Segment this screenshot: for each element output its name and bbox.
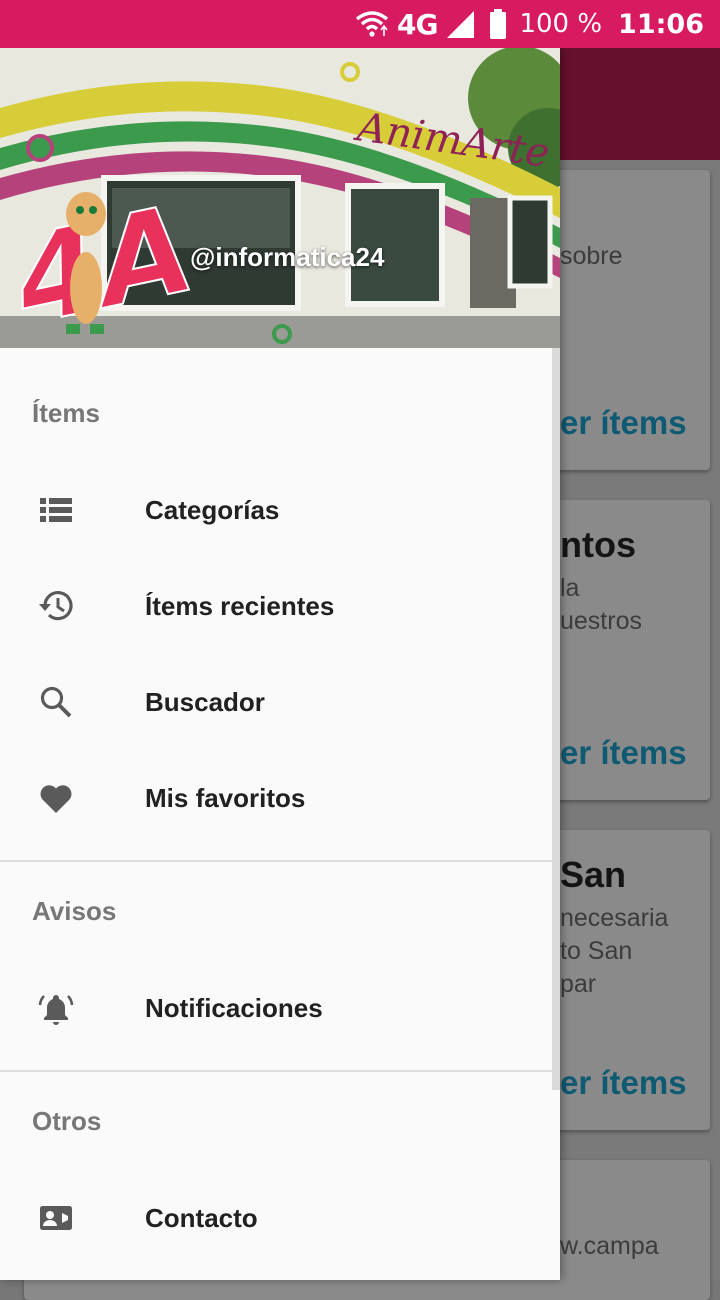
section-divider (0, 860, 560, 862)
drawer-header: AnimArte Land 4A @informatica (0, 48, 560, 348)
section-title-otros: Otros (32, 1106, 102, 1136)
network-type: 4G (396, 7, 438, 41)
card-text: to San (560, 937, 633, 965)
menu-item-label: Buscador (145, 686, 265, 717)
navigation-drawer[interactable]: AnimArte Land 4A @informatica (0, 48, 560, 1280)
clock: 11:06 (618, 8, 704, 40)
heart-icon (38, 780, 74, 816)
header-storefront-image: AnimArte Land 4A (0, 48, 560, 348)
menu-item-categorias[interactable]: Categorías (0, 462, 552, 558)
menu-item-label: Ítems recientes (145, 590, 335, 621)
section-divider (0, 1070, 560, 1072)
search-icon (38, 684, 74, 720)
card-text: necesaria (560, 904, 669, 932)
menu-item-buscador[interactable]: Buscador (0, 654, 552, 750)
bell-icon (38, 990, 74, 1026)
drawer-scrollbar[interactable] (552, 348, 560, 1090)
menu-item-notificaciones[interactable]: Notificaciones (0, 960, 552, 1056)
battery-percent: 100 % (519, 9, 603, 39)
card-action-link: er ítems (560, 1064, 687, 1101)
section-title-items: Ítems (32, 398, 100, 428)
card-title: San (560, 854, 627, 895)
status-bar: 4G 100 % 11:06 (0, 0, 720, 48)
menu-item-label: Contacto (145, 1202, 258, 1233)
menu-item-label: Categorías (145, 494, 280, 525)
history-icon (38, 588, 74, 624)
list-icon (38, 492, 74, 528)
menu-item-mis-favoritos[interactable]: Mis favoritos (0, 750, 552, 846)
card-text: par (560, 970, 597, 998)
menu-item-contacto[interactable]: Contacto (0, 1170, 552, 1266)
wifi-icon (355, 9, 389, 39)
menu-item-label: Notificaciones (145, 992, 323, 1023)
card-action-link: er ítems (560, 404, 687, 441)
section-title-avisos: Avisos (32, 896, 117, 926)
card-text: w.campa (560, 1232, 659, 1260)
battery-icon (489, 9, 507, 39)
card-text: uestros (560, 607, 642, 635)
card-title: ntos (560, 524, 636, 565)
signal-icon (445, 9, 475, 39)
card-text: sobre (560, 242, 623, 270)
menu-item-items-recientes[interactable]: Ítems recientes (0, 558, 552, 654)
account-handle: @informatica24 (190, 242, 385, 272)
contact-card-icon (38, 1200, 74, 1236)
menu-item-label: Mis favoritos (145, 782, 306, 813)
card-action-link: er ítems (560, 734, 687, 771)
card-text: la (560, 574, 580, 602)
